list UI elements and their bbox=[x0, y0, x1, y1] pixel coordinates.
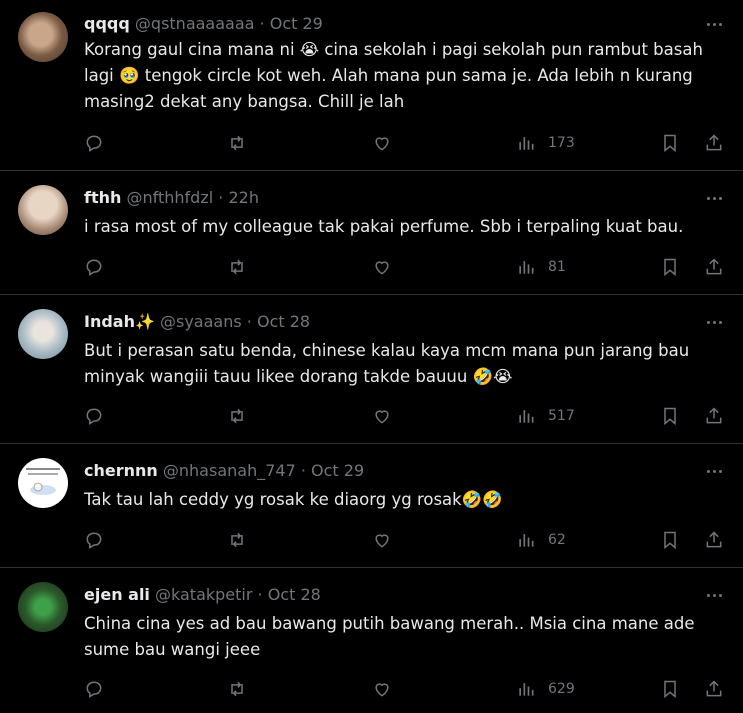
bookmark-icon[interactable] bbox=[660, 256, 680, 278]
separator-dot: · bbox=[259, 14, 265, 33]
more-options-icon[interactable] bbox=[703, 312, 725, 332]
views-button[interactable]: 629 bbox=[516, 678, 575, 700]
separator-dot: · bbox=[218, 188, 224, 207]
share-icon[interactable] bbox=[704, 529, 724, 551]
tweet[interactable]: chernnn @nhasanah_747 · Oct 29 Tak tau l… bbox=[0, 444, 743, 568]
tweet-text: China cina yes ad bau bawang putih bawan… bbox=[84, 614, 695, 659]
tweet[interactable]: qqqq @qstnaaaaaaa · Oct 29 Korang gaul c… bbox=[0, 0, 743, 171]
bookmark-icon[interactable] bbox=[660, 529, 680, 551]
more-options-icon[interactable] bbox=[703, 188, 725, 208]
views-button[interactable]: 81 bbox=[516, 256, 566, 278]
reply-icon[interactable] bbox=[84, 529, 104, 551]
retweet-icon[interactable] bbox=[227, 529, 247, 551]
retweet-icon[interactable] bbox=[227, 405, 247, 427]
more-options-icon[interactable] bbox=[703, 461, 725, 481]
views-count: 517 bbox=[548, 408, 575, 424]
reply-icon[interactable] bbox=[84, 678, 104, 700]
retweet-icon[interactable] bbox=[227, 132, 247, 154]
views-count: 62 bbox=[548, 532, 566, 548]
avatar[interactable] bbox=[18, 458, 68, 508]
tweet[interactable]: Indah✨ @syaaans · Oct 28 But i perasan s… bbox=[0, 295, 743, 444]
display-name[interactable]: chernnn bbox=[84, 461, 158, 480]
views-icon bbox=[519, 261, 534, 274]
separator-dot: · bbox=[257, 585, 263, 604]
like-icon[interactable] bbox=[372, 405, 392, 427]
tweet-text: i rasa most of my colleague tak pakai pe… bbox=[84, 217, 684, 236]
display-name[interactable]: fthh bbox=[84, 188, 121, 207]
bookmark-icon[interactable] bbox=[660, 132, 680, 154]
retweet-icon[interactable] bbox=[227, 678, 247, 700]
like-icon[interactable] bbox=[372, 132, 392, 154]
views-count: 173 bbox=[548, 135, 575, 151]
display-name[interactable]: ejen ali bbox=[84, 585, 150, 604]
separator-dot: · bbox=[300, 461, 306, 480]
more-options-icon[interactable] bbox=[703, 585, 725, 605]
views-count: 629 bbox=[548, 681, 575, 697]
timestamp[interactable]: Oct 29 bbox=[311, 461, 364, 480]
share-icon[interactable] bbox=[704, 256, 724, 278]
tweet-text: Tak tau lah ceddy yg rosak ke diaorg yg … bbox=[84, 490, 503, 509]
tweet[interactable]: ejen ali @katakpetir · Oct 28 China cina… bbox=[0, 568, 743, 713]
display-name[interactable]: qqqq bbox=[84, 14, 130, 33]
timestamp[interactable]: Oct 28 bbox=[268, 585, 321, 604]
reply-icon[interactable] bbox=[84, 405, 104, 427]
tweet-text: But i perasan satu benda, chinese kalau … bbox=[84, 341, 690, 386]
like-icon[interactable] bbox=[372, 529, 392, 551]
tweet-text: Korang gaul cina mana ni 😭 cina sekolah … bbox=[84, 40, 703, 111]
tweet[interactable]: fthh @nfthhfdzl · 22h i rasa most of my … bbox=[0, 171, 743, 295]
bookmark-icon[interactable] bbox=[660, 405, 680, 427]
user-handle[interactable]: @qstnaaaaaaa bbox=[135, 14, 255, 33]
reply-icon[interactable] bbox=[84, 256, 104, 278]
more-options-icon[interactable] bbox=[703, 14, 725, 34]
views-icon bbox=[519, 410, 534, 423]
views-button[interactable]: 173 bbox=[516, 132, 575, 154]
views-icon bbox=[519, 683, 534, 696]
avatar[interactable] bbox=[18, 12, 68, 62]
avatar[interactable] bbox=[18, 582, 68, 632]
retweet-icon[interactable] bbox=[227, 256, 247, 278]
bookmark-icon[interactable] bbox=[660, 678, 680, 700]
views-icon bbox=[519, 137, 534, 150]
reply-icon[interactable] bbox=[84, 132, 104, 154]
avatar[interactable] bbox=[18, 309, 68, 359]
share-icon[interactable] bbox=[704, 678, 724, 700]
avatar[interactable] bbox=[18, 185, 68, 235]
share-icon[interactable] bbox=[704, 405, 724, 427]
user-handle[interactable]: @katakpetir bbox=[155, 585, 252, 604]
like-icon[interactable] bbox=[372, 678, 392, 700]
views-button[interactable]: 517 bbox=[516, 405, 575, 427]
views-button[interactable]: 62 bbox=[516, 529, 566, 551]
user-handle[interactable]: @nfthhfdzl bbox=[126, 188, 213, 207]
like-icon[interactable] bbox=[372, 256, 392, 278]
separator-dot: · bbox=[246, 312, 252, 331]
views-count: 81 bbox=[548, 259, 566, 275]
user-handle[interactable]: @nhasanah_747 bbox=[163, 461, 296, 480]
share-icon[interactable] bbox=[704, 132, 724, 154]
timestamp[interactable]: Oct 28 bbox=[257, 312, 310, 331]
user-handle[interactable]: @syaaans bbox=[160, 312, 242, 331]
timestamp[interactable]: Oct 29 bbox=[270, 14, 323, 33]
timestamp[interactable]: 22h bbox=[228, 188, 259, 207]
display-name[interactable]: Indah✨ bbox=[84, 312, 155, 331]
views-icon bbox=[519, 534, 534, 547]
